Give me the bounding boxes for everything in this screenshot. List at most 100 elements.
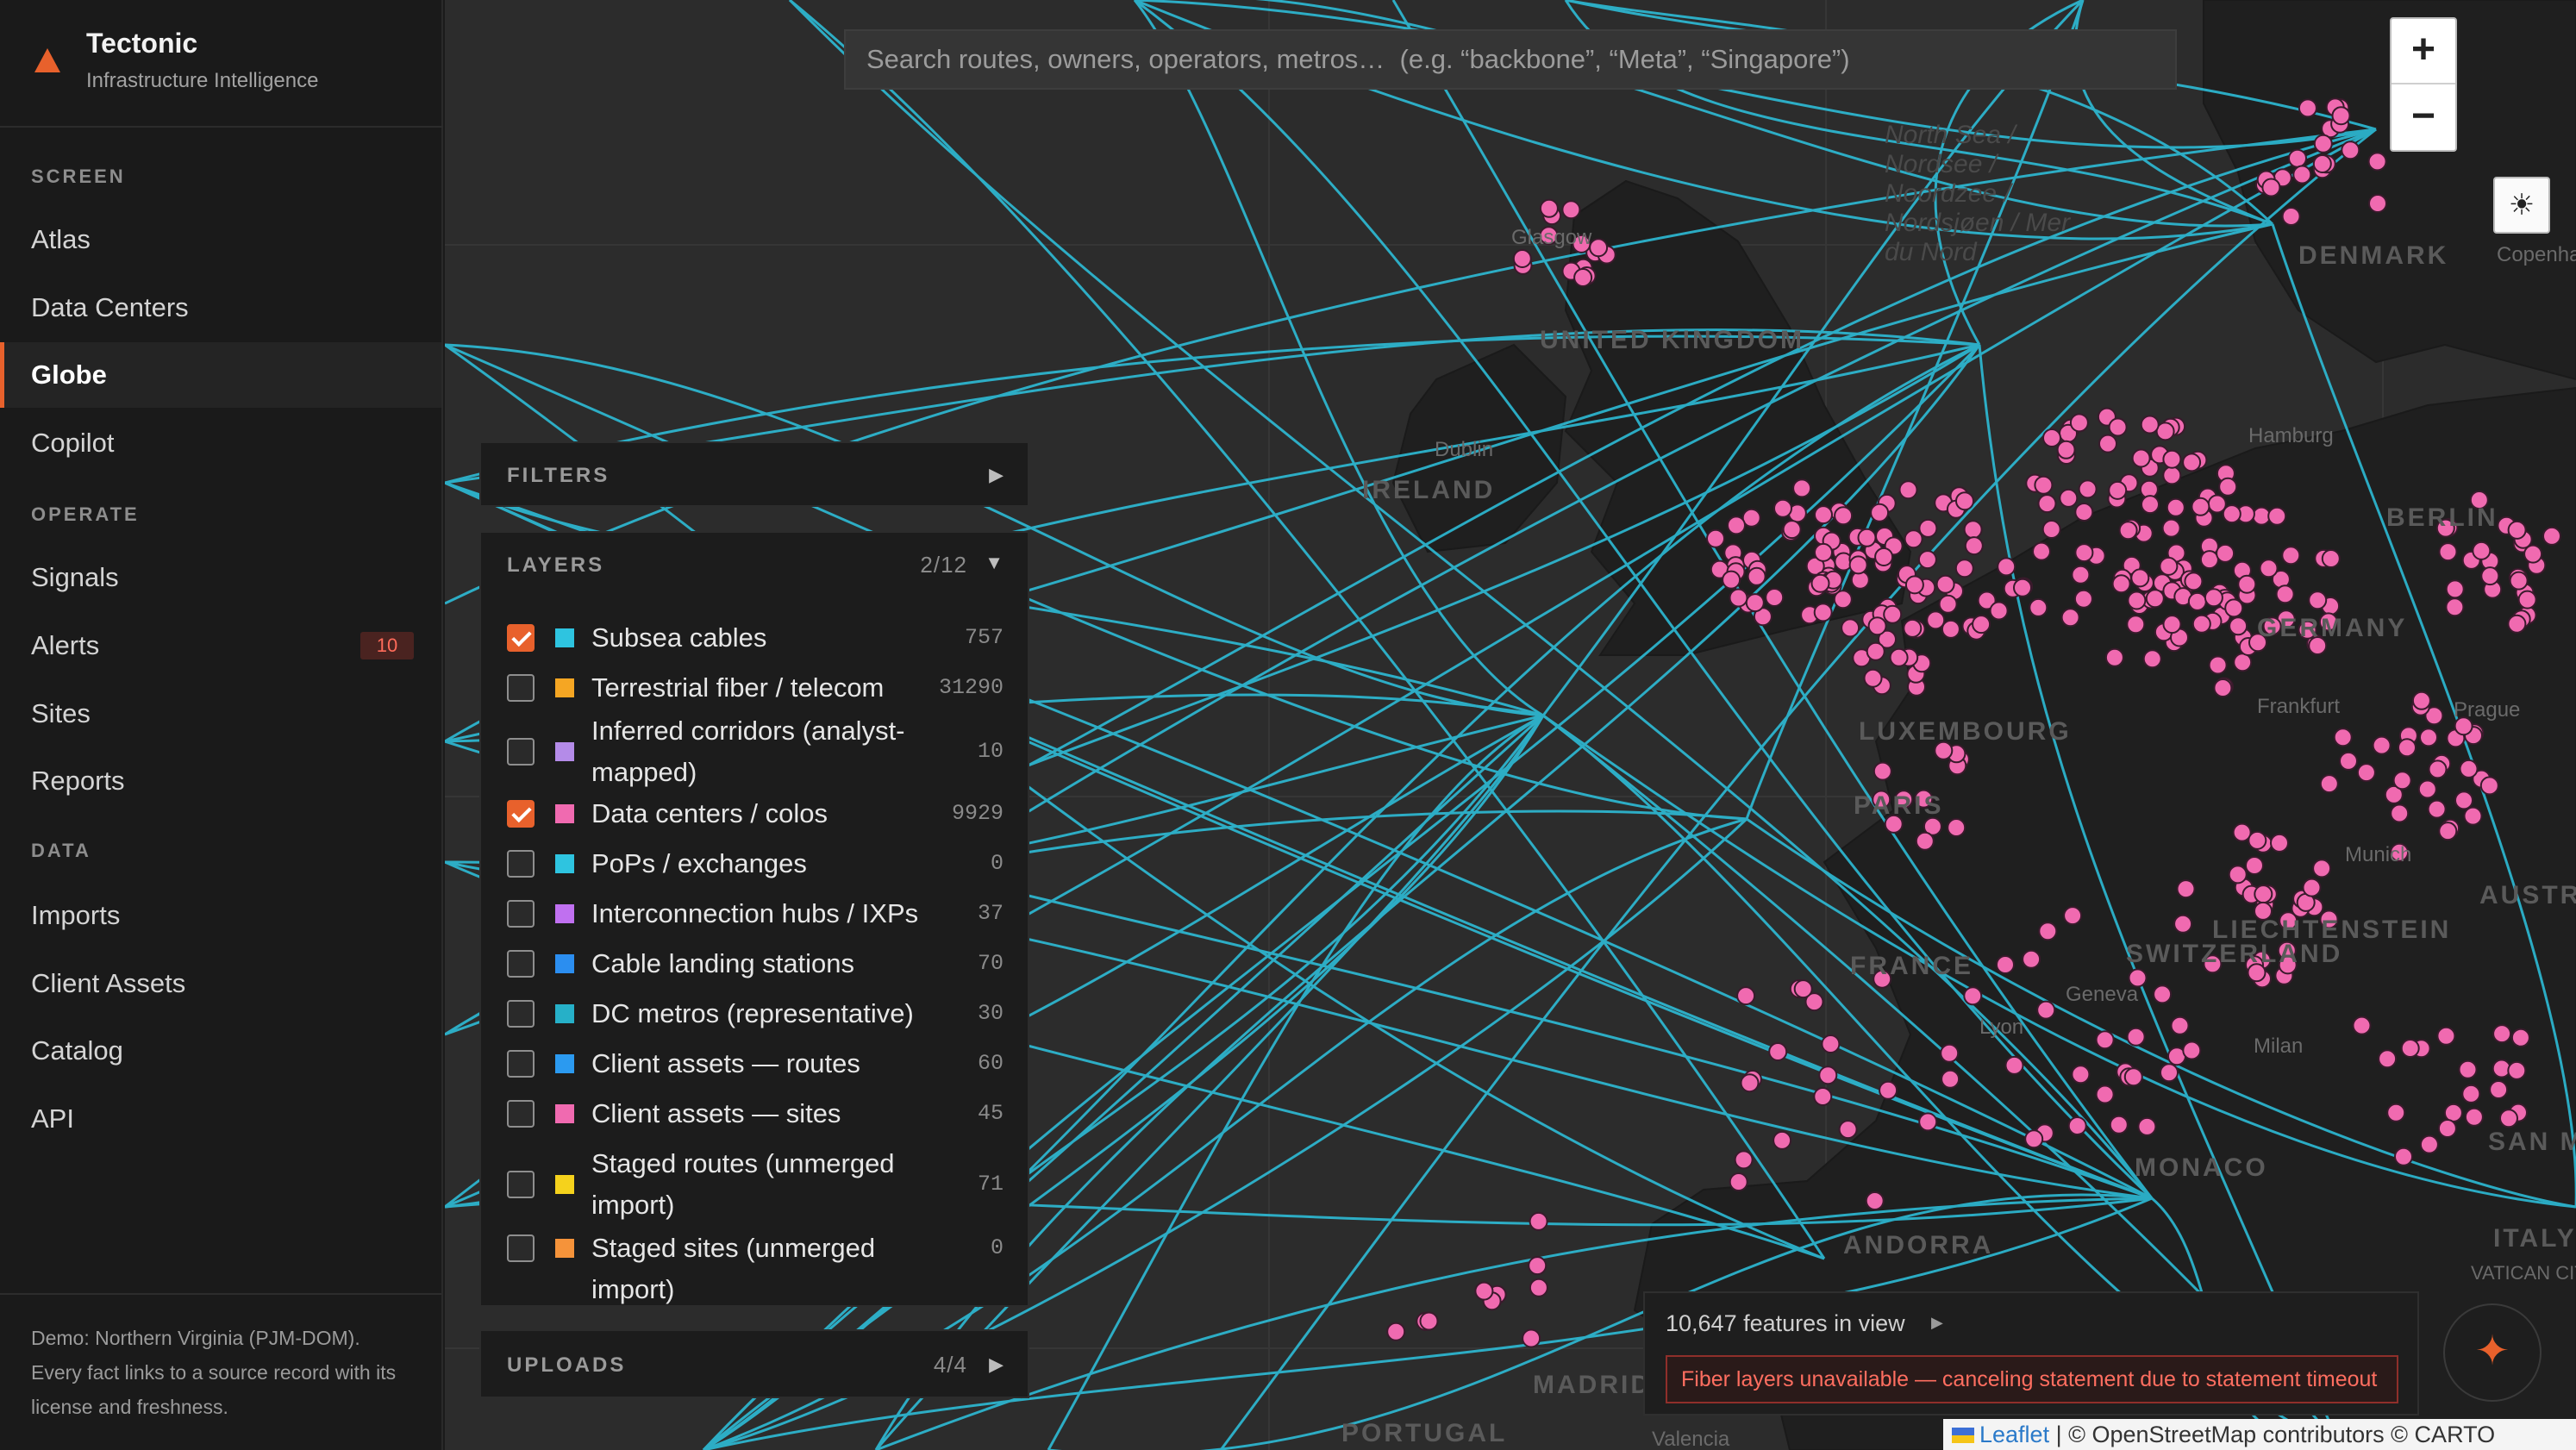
layer-color-swatch	[555, 954, 574, 973]
layer-row[interactable]: Client assets — sites 45	[481, 1093, 1028, 1134]
data-center-marker	[2216, 543, 2235, 563]
data-center-marker	[2111, 574, 2131, 594]
nav-item-reports[interactable]: Reports	[0, 748, 441, 814]
layer-label: Data centers / colos	[591, 798, 828, 828]
layer-checkbox[interactable]	[507, 1234, 535, 1262]
features-in-view[interactable]: 10,647 features in view	[1666, 1310, 1905, 1337]
nav-item-data-centers[interactable]: Data Centers	[0, 275, 441, 341]
layer-checkbox[interactable]	[507, 738, 535, 766]
sun-icon[interactable]: ☀	[2493, 177, 2550, 234]
data-center-marker	[1729, 588, 1748, 608]
layer-row[interactable]: Subsea cables 757	[481, 617, 1028, 659]
data-center-marker	[1773, 498, 1792, 518]
data-center-marker	[1866, 641, 1885, 661]
layer-label: DC metros (representative)	[591, 998, 914, 1028]
data-center-marker	[1419, 1311, 1439, 1331]
nav-item-client-assets[interactable]: Client Assets	[0, 951, 441, 1016]
data-center-marker	[2032, 541, 2051, 561]
data-center-marker	[1989, 601, 2009, 621]
data-center-marker	[1941, 1069, 1960, 1089]
layer-row[interactable]: Staged routes (unmerged import) 71	[481, 1143, 1028, 1226]
expand-caret-icon[interactable]: ▶	[989, 464, 1004, 486]
data-center-marker	[2417, 779, 2437, 799]
uploads-panel[interactable]: UPLOADS 4/4 ▶	[479, 1329, 1029, 1398]
data-center-marker	[2523, 544, 2543, 564]
data-center-marker	[2319, 774, 2339, 794]
data-center-marker	[2109, 1115, 2129, 1134]
nav-item-catalog[interactable]: Catalog	[0, 1018, 441, 1084]
nav-item-api[interactable]: API	[0, 1086, 441, 1152]
copilot-sparkle-icon[interactable]: ✦	[2443, 1303, 2542, 1402]
layer-checkbox[interactable]	[507, 1050, 535, 1078]
nav-item-imports[interactable]: Imports	[0, 883, 441, 948]
data-center-marker	[1940, 1043, 1960, 1063]
map-label-north-sea: North Sea / Nordsee / Noordzee / Nordsjø…	[1885, 121, 2071, 266]
layer-checkbox[interactable]	[507, 674, 535, 702]
nav-item-copilot[interactable]: Copilot	[0, 410, 441, 476]
layer-row[interactable]: Terrestrial fiber / telecom 31290	[481, 667, 1028, 709]
data-center-marker	[1904, 529, 1923, 549]
layer-color-swatch	[555, 904, 574, 923]
search-input[interactable]	[844, 29, 2177, 90]
data-center-marker	[1722, 570, 1741, 590]
brand-header[interactable]: Tectonic Infrastructure Intelligence	[0, 0, 443, 128]
nav-item-alerts[interactable]: Alerts 10	[0, 613, 441, 678]
zoom-out-button[interactable]: −	[2392, 85, 2455, 151]
data-center-marker	[2166, 497, 2185, 517]
map-label-valencia: Valencia	[1652, 1428, 1730, 1450]
layer-row[interactable]: Interconnection hubs / IXPs 37	[481, 893, 1028, 934]
map-label-denmark: DENMARK	[2298, 241, 2449, 270]
layer-checkbox[interactable]	[507, 1171, 535, 1198]
uploads-count: 4/4	[933, 1352, 967, 1378]
data-center-marker	[1512, 249, 1532, 268]
leaflet-link[interactable]: Leaflet	[1979, 1422, 2049, 1447]
data-center-marker	[2312, 859, 2332, 878]
nav-item-signals[interactable]: Signals	[0, 545, 441, 610]
app-window: Tectonic Infrastructure Intelligence SCR…	[0, 0, 2576, 1450]
layer-row[interactable]: PoPs / exchanges 0	[481, 843, 1028, 884]
data-center-marker	[2098, 434, 2117, 453]
data-center-marker	[1745, 593, 1765, 613]
layer-row[interactable]: Cable landing stations 70	[481, 943, 1028, 984]
layer-row[interactable]: Client assets — routes 60	[481, 1043, 1028, 1084]
collapse-caret-icon[interactable]: ▼	[985, 552, 1004, 574]
data-center-marker	[2222, 504, 2241, 524]
layer-label: Client assets — sites	[591, 1098, 841, 1128]
nav-item-atlas[interactable]: Atlas	[0, 207, 441, 272]
layer-checkbox[interactable]	[507, 850, 535, 878]
map-label-copenhagen: Copenhagen	[2497, 243, 2576, 266]
map-label-munich: Munich	[2345, 843, 2412, 866]
layer-row[interactable]: Data centers / colos 9929	[481, 793, 1028, 834]
layer-checkbox[interactable]	[507, 1000, 535, 1028]
data-center-marker	[2162, 615, 2182, 634]
layer-row[interactable]: DC metros (representative) 30	[481, 993, 1028, 1034]
nav-item-sites[interactable]: Sites	[0, 681, 441, 747]
layer-row[interactable]: Staged sites (unmerged import) 0	[481, 1228, 1028, 1304]
data-center-marker	[1947, 818, 1966, 837]
data-center-marker	[2352, 1016, 2372, 1035]
layer-checkbox[interactable]	[507, 800, 535, 828]
nav-item-globe[interactable]: Globe	[0, 342, 441, 408]
data-center-marker	[2275, 584, 2295, 604]
data-center-marker	[1857, 528, 1877, 547]
tectonic-logo-icon	[34, 48, 60, 72]
map-label-luxembourg: LUXEMBOURG	[1859, 717, 2072, 746]
expand-caret-icon[interactable]: ▶	[989, 1353, 1004, 1376]
layer-count: 0	[990, 851, 1004, 876]
data-center-marker	[2339, 751, 2358, 771]
layer-label: Cable landing stations	[591, 948, 855, 978]
filters-panel[interactable]: FILTERS ▶	[479, 441, 1029, 507]
data-center-marker	[2137, 1116, 2157, 1136]
layer-row[interactable]: Inferred corridors (analyst-mapped) 10	[481, 710, 1028, 793]
layer-checkbox[interactable]	[507, 950, 535, 978]
data-center-marker	[2142, 649, 2162, 669]
layer-checkbox[interactable]	[507, 900, 535, 928]
data-center-marker	[2170, 1016, 2190, 1035]
layer-checkbox[interactable]	[507, 624, 535, 652]
data-center-marker	[2140, 415, 2160, 434]
zoom-in-button[interactable]: +	[2392, 19, 2455, 84]
data-center-marker	[2233, 653, 2253, 672]
data-center-marker	[1529, 1211, 1548, 1231]
layer-checkbox[interactable]	[507, 1100, 535, 1128]
expand-caret-icon[interactable]: ▶	[1931, 1314, 1943, 1332]
